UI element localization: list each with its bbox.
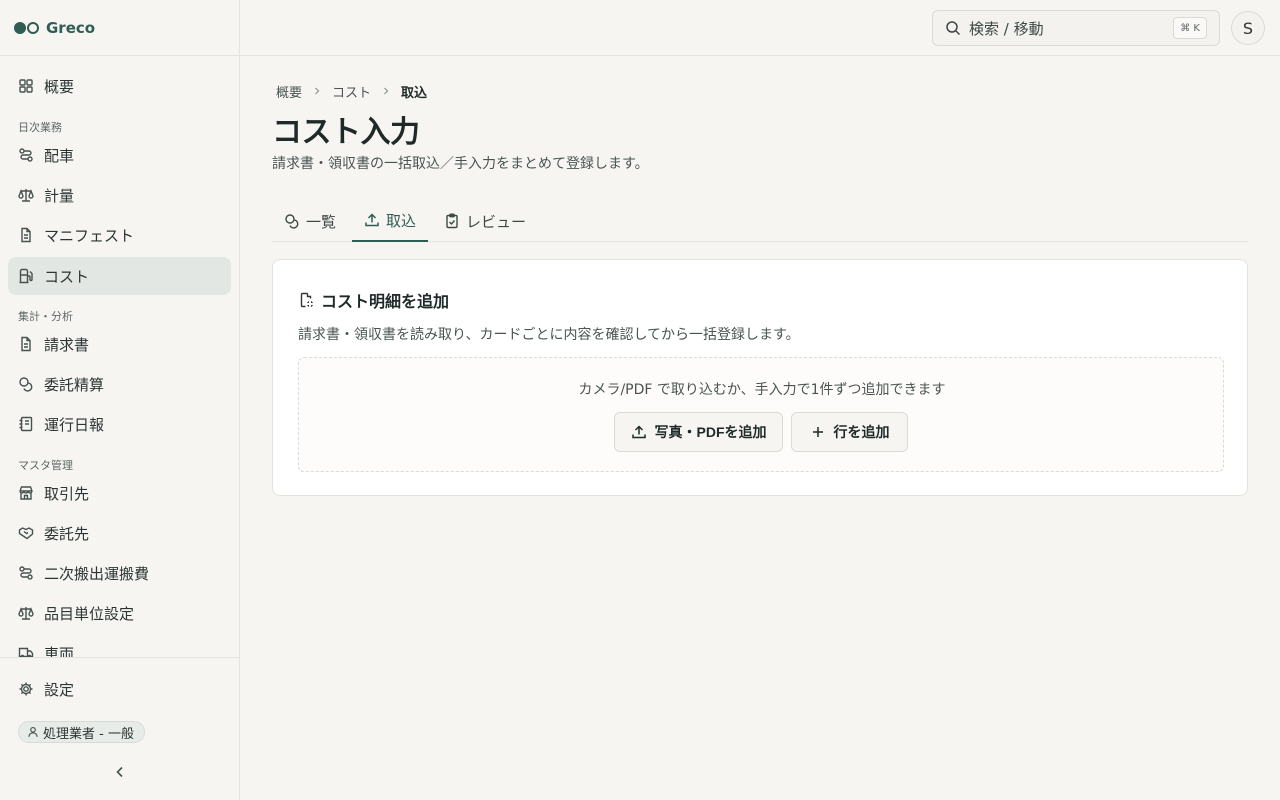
button-label: 写真・PDFを追加 [654, 424, 767, 440]
sidebar-item-settings[interactable]: 設定 [8, 670, 231, 708]
fuel-icon [19, 268, 33, 284]
sidebar-item-label: 請求書 [44, 335, 90, 354]
clipboard-check-icon [446, 213, 458, 229]
sidebar-item-label: 委託先 [44, 524, 90, 543]
sidebar-item-label: 運行日報 [44, 415, 105, 434]
truck-icon [18, 647, 34, 657]
sidebar-item-manifest[interactable]: マニフェスト [8, 216, 231, 254]
document-icon [21, 336, 31, 352]
sidebar-item-label: コスト [44, 267, 90, 286]
sidebar-item-label: 計量 [44, 186, 75, 205]
sidebar-nav[interactable]: 概要 日次業務 配車 計量 マニフェスト コスト 集計・分析 請求書 委託精算 [0, 56, 239, 657]
sidebar-item-consignment-settlement[interactable]: 委託精算 [8, 365, 231, 403]
sidebar: Greco 概要 日次業務 配車 計量 マニフェスト コスト 集計・分析 請求書 [0, 0, 240, 800]
dropzone[interactable]: カメラ/PDF で取り込むか、手入力で1件ずつ追加できます 写真・PDFを追加 … [298, 357, 1224, 472]
sidebar-item-label: マニフェスト [44, 226, 135, 245]
topbar: 検索 / 移動 ⌘ K S [240, 0, 1280, 56]
sidebar-item-label: 二次搬出運搬費 [44, 564, 150, 583]
route-icon [19, 148, 33, 162]
sidebar-footer: 設定 処理業者 - 一般 [0, 657, 239, 800]
sidebar-item-label: 委託精算 [44, 375, 105, 394]
sidebar-item-cost[interactable]: コスト [8, 257, 231, 295]
sidebar-item-contractors[interactable]: 委託先 [8, 514, 231, 552]
logo-icon [14, 22, 39, 34]
handshake-icon [18, 527, 34, 540]
breadcrumb-item-current: 取込 [401, 85, 428, 101]
route-icon [19, 566, 33, 580]
tab-list[interactable]: 一覧 [272, 200, 348, 242]
tab-label: 取込 [386, 211, 417, 230]
search-placeholder: 検索 / 移動 [969, 19, 1044, 38]
card-title-text: コスト明細を追加 [321, 292, 450, 311]
sidebar-item-label: 配車 [44, 146, 75, 165]
document-icon [21, 227, 31, 243]
search-icon [946, 21, 961, 36]
sidebar-item-weighing[interactable]: 計量 [8, 176, 231, 214]
card-description: 請求書・領収書を読み取り、カードごとに内容を確認してから一括登録します。 [298, 327, 800, 343]
sidebar-item-clients[interactable]: 取引先 [8, 474, 231, 512]
tab-review[interactable]: レビュー [432, 200, 538, 242]
chevron-right-icon [384, 87, 389, 95]
gear-icon [19, 682, 33, 696]
tab-bar: 一覧 取込 レビュー [272, 200, 1248, 242]
sidebar-item-label: 取引先 [44, 484, 90, 503]
brand-logo[interactable]: Greco [14, 16, 95, 40]
chevron-left-icon[interactable] [112, 764, 128, 780]
group-label-master: マスタ管理 [18, 459, 73, 472]
upload-icon [365, 213, 379, 227]
button-label: 行を追加 [833, 424, 890, 440]
scale-icon [18, 607, 34, 620]
breadcrumb-item-overview[interactable]: 概要 [276, 82, 302, 101]
sidebar-item-label: 品目単位設定 [44, 604, 135, 623]
search-input[interactable]: 検索 / 移動 ⌘ K [932, 10, 1220, 46]
sidebar-item-label: 設定 [44, 680, 75, 699]
brand-name: Greco [46, 19, 96, 37]
dropzone-text: カメラ/PDF で取り込むか、手入力で1件ずつ追加できます [578, 382, 946, 398]
add-row-button[interactable]: 行を追加 [791, 412, 908, 452]
card-title: コスト明細を追加 [298, 288, 449, 312]
group-label-analysis: 集計・分析 [18, 310, 73, 323]
role-badge[interactable]: 処理業者 - 一般 [18, 721, 145, 743]
user-icon [28, 726, 38, 737]
sidebar-item-invoice[interactable]: 請求書 [8, 325, 231, 363]
group-label-daily: 日次業務 [18, 121, 62, 134]
plus-icon [812, 427, 823, 437]
notebook-icon [19, 416, 33, 432]
role-label: 処理業者 - 一般 [43, 726, 134, 742]
scale-icon [18, 189, 34, 202]
page-description: 請求書・領収書の一括取込／手入力をまとめて登録します。 [272, 156, 649, 172]
sidebar-item-dispatch[interactable]: 配車 [8, 136, 231, 174]
upload-photo-pdf-button[interactable]: 写真・PDFを追加 [614, 412, 783, 452]
sidebar-item-item-units[interactable]: 品目単位設定 [8, 594, 231, 632]
grid-icon [19, 79, 33, 93]
sidebar-item-vehicles[interactable]: 車両 [8, 634, 231, 657]
sidebar-item-daily-report[interactable]: 運行日報 [8, 405, 231, 443]
file-scan-icon [300, 292, 313, 308]
sidebar-item-secondary-transport[interactable]: 二次搬出運搬費 [8, 554, 231, 592]
breadcrumb: 概要 コスト 取込 [276, 82, 428, 101]
upload-icon [631, 425, 646, 439]
chevron-right-icon [315, 87, 320, 95]
page-title: コスト入力 [272, 115, 420, 150]
add-cost-card: コスト明細を追加 請求書・領収書を読み取り、カードごとに内容を確認してから一括登… [272, 259, 1248, 496]
shortcut-hint: ⌘ K [1173, 17, 1207, 39]
tab-label: 一覧 [306, 212, 337, 231]
sidebar-item-label: 概要 [44, 77, 75, 96]
tab-label: レビュー [466, 212, 527, 231]
sidebar-item-overview[interactable]: 概要 [8, 67, 231, 105]
avatar[interactable]: S [1231, 11, 1265, 45]
coins-icon [285, 214, 299, 229]
sidebar-item-label: 車両 [44, 644, 75, 658]
tab-import[interactable]: 取込 [352, 200, 429, 242]
store-icon [19, 486, 33, 500]
coins-icon [19, 377, 33, 392]
breadcrumb-item-cost[interactable]: コスト [332, 82, 371, 101]
